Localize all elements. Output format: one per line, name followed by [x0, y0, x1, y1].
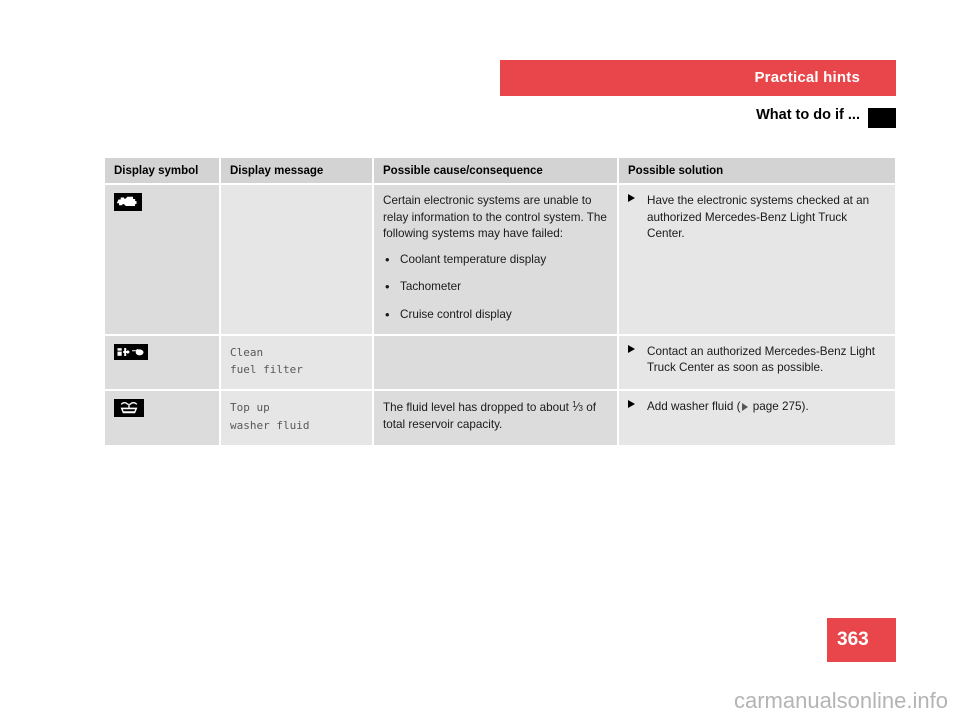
solution-page-reference: page 275 [749, 400, 802, 414]
cell-possible-cause: The fluid level has dropped to about 1⁄3… [373, 389, 619, 445]
list-item: Coolant temperature display [383, 251, 608, 269]
washer-fluid-icon [114, 399, 144, 418]
cell-display-message: Clean fuel filter [220, 333, 374, 391]
subsection-title: What to do if ... [756, 107, 860, 123]
solution-text: Contact an authorized Mercedes-Benz Ligh… [647, 344, 876, 375]
table-row: Clean fuel filter Contact an authorized … [105, 333, 895, 391]
page-reference-arrow-icon [741, 403, 748, 412]
cell-possible-solution: Contact an authorized Mercedes-Benz Ligh… [618, 333, 895, 391]
cell-possible-solution: Add washer fluid ( page 275). [618, 389, 895, 445]
cell-display-symbol [105, 333, 221, 391]
triangle-bullet-icon [628, 194, 635, 202]
solution-prefix-text: Add washer fluid ( [647, 400, 741, 414]
section-header-bar: Practical hints [500, 60, 896, 96]
solution-item: Add washer fluid ( page 275). [628, 399, 886, 416]
cell-possible-solution: Have the electronic systems checked at a… [618, 183, 895, 335]
column-header-possible-cause: Possible cause/consequence [373, 158, 619, 184]
column-header-possible-solution: Possible solution [618, 158, 895, 184]
cell-display-message [220, 183, 374, 335]
list-item: Tachometer [383, 278, 608, 296]
solution-item: Have the electronic systems checked at a… [628, 193, 886, 243]
display-message-text: Top up washer fluid [230, 401, 310, 433]
cell-display-message: Top up washer fluid [220, 389, 374, 445]
cell-possible-cause: Certain electronic systems are unable to… [373, 183, 619, 335]
solution-suffix-text: ). [801, 400, 809, 414]
cause-bullet-list: Coolant temperature display Tachometer C… [383, 251, 608, 324]
fuel-filter-icon [114, 343, 148, 360]
column-header-display-message: Display message [220, 158, 374, 184]
table-header-row: Display symbol Display message Possible … [105, 158, 895, 184]
column-header-display-symbol: Display symbol [105, 158, 221, 184]
fraction-one-third: 1⁄3 [572, 400, 583, 414]
cell-possible-cause [373, 333, 619, 391]
solution-item: Contact an authorized Mercedes-Benz Ligh… [628, 344, 886, 377]
list-item: Cruise control display [383, 306, 608, 324]
triangle-bullet-icon [628, 400, 635, 409]
watermark: carmanualsonline.info [733, 688, 948, 713]
cause-text: The fluid level has dropped to about 1⁄3… [383, 399, 608, 433]
solution-text: Have the electronic systems checked at a… [647, 194, 870, 241]
cell-display-symbol [105, 183, 221, 335]
page-number-box: 363 [827, 618, 896, 662]
table-row: Certain electronic systems are unable to… [105, 183, 895, 335]
chapter-tab-marker [868, 108, 896, 128]
table-row: Top up washer fluid The fluid level has … [105, 389, 895, 445]
display-message-text: Clean fuel filter [230, 345, 303, 377]
section-title: Practical hints [754, 69, 860, 86]
page-number: 363 [837, 629, 869, 650]
cell-display-symbol [105, 389, 221, 445]
cause-text-before-fraction: The fluid level has dropped to about [383, 401, 573, 415]
cause-intro-text: Certain electronic systems are unable to… [383, 194, 607, 241]
display-messages-table: Display symbol Display message Possible … [105, 158, 895, 445]
triangle-bullet-icon [628, 344, 635, 353]
check-engine-icon [114, 193, 142, 211]
